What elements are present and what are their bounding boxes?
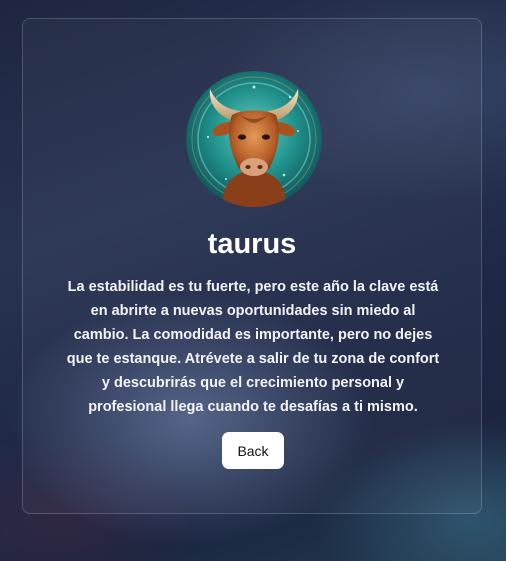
zodiac-card: taurus La estabilidad es tu fuerte, pero…: [22, 18, 482, 514]
sign-description: La estabilidad es tu fuerte, pero este a…: [66, 279, 440, 415]
sign-title: taurus: [207, 228, 297, 260]
taurus-bull-icon: [186, 71, 322, 207]
back-button[interactable]: Back: [222, 432, 284, 469]
